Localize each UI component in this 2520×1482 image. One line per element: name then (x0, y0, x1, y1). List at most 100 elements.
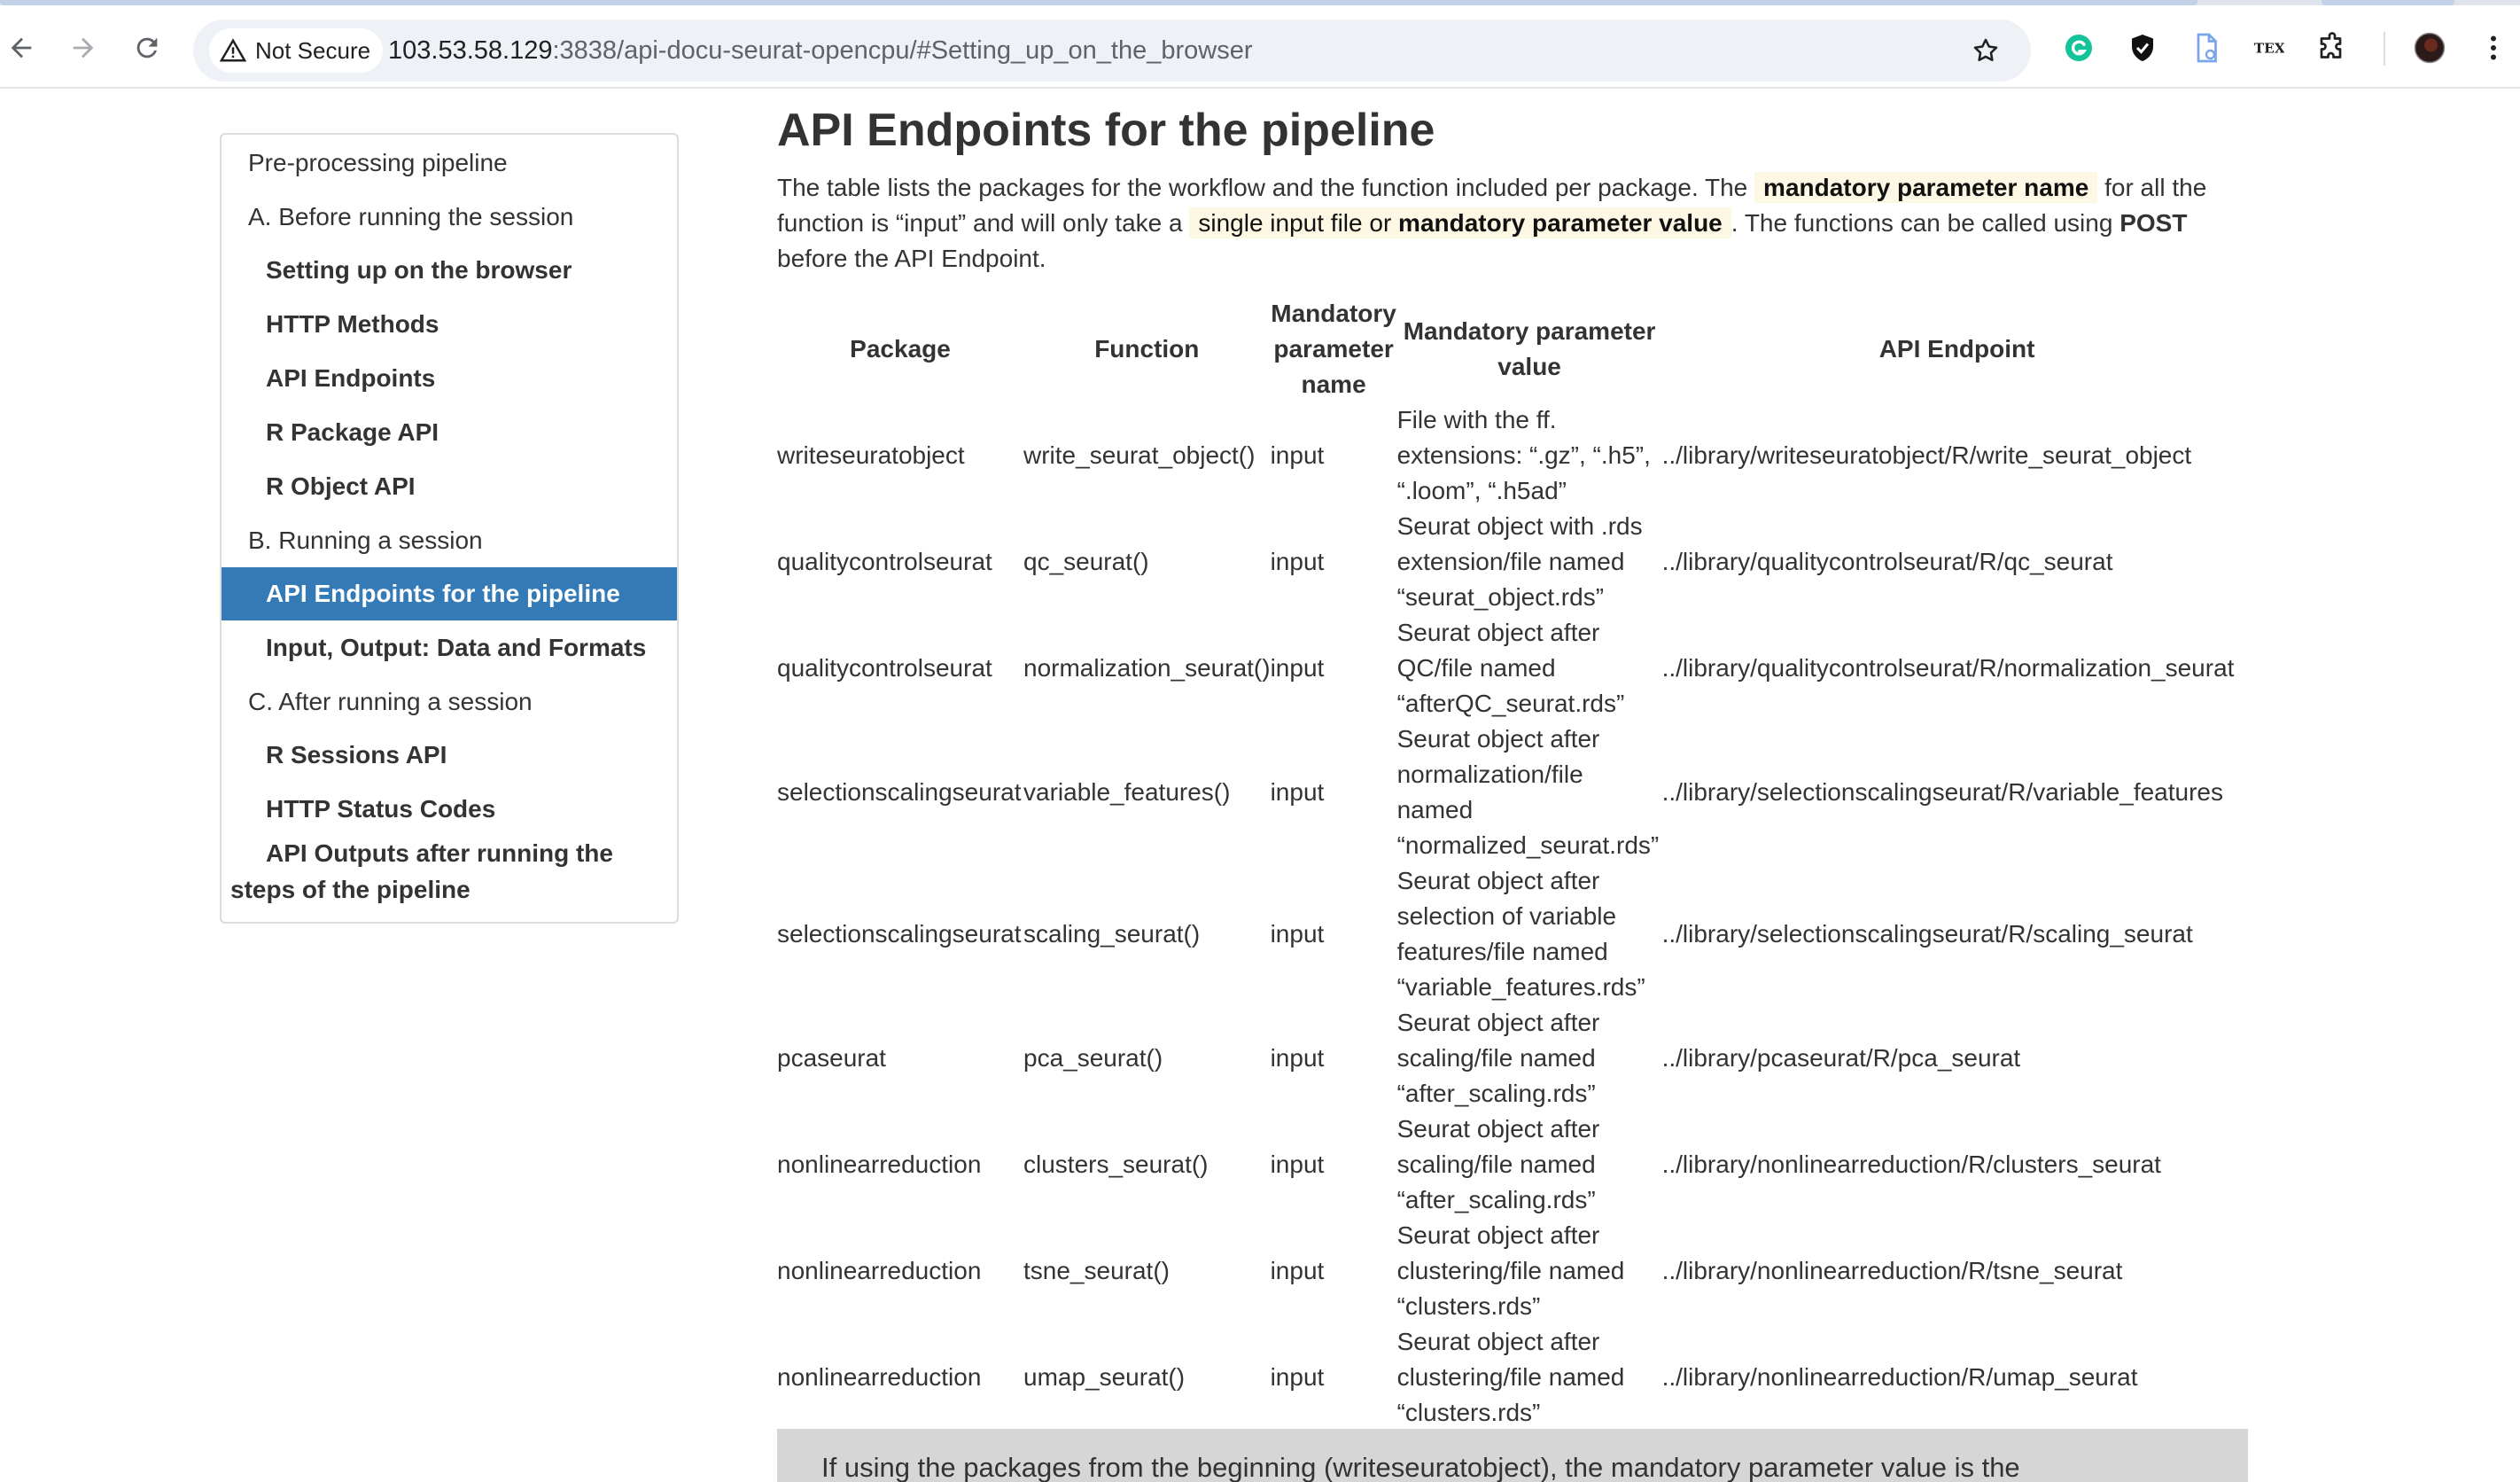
cell-parameter-value: Seurat object after scaling/file named “… (1396, 1115, 1600, 1213)
cell-parameter-name: input (1270, 1363, 1325, 1391)
security-label: Not Secure (255, 36, 371, 64)
toc-item-http-methods[interactable]: HTTP Methods (222, 307, 677, 342)
highlight-text: single input file or (1198, 209, 1399, 237)
toc-item-api-outputs[interactable]: API Outputs after running the steps of t… (222, 835, 677, 908)
cell-api-endpoint: ../library/qualitycontrolseurat/R/normal… (1661, 654, 2235, 682)
profile-button[interactable] (2412, 30, 2447, 66)
cell-function: normalization_seurat() (1023, 654, 1271, 682)
tex-icon: TEX (2254, 40, 2284, 56)
toc-item-before-running-session[interactable]: A. Before running the session (222, 199, 677, 235)
table-row: pcaseurat pca_seurat() input Seurat obje… (777, 1005, 2252, 1112)
intro-text: The table lists the packages for the wor… (777, 174, 1755, 201)
back-icon (11, 37, 32, 58)
reload-icon (136, 37, 158, 58)
page-title: API Endpoints for the pipeline (777, 105, 1435, 156)
highlight-parameter-name: mandatory parameter name (1754, 172, 2098, 203)
cell-function: umap_seurat() (1023, 1363, 1186, 1391)
browser-toolbar: Not Secure 103.53.58.129:3838/api-docu-s… (0, 5, 2520, 87)
toc-item-after-running-session[interactable]: C. After running a session (222, 684, 677, 720)
cell-package: selectionscalingseurat (777, 778, 1022, 806)
cell-api-endpoint: ../library/pcaseurat/R/pca_seurat (1661, 1044, 2021, 1072)
table-row: selectionscalingseurat scaling_seurat() … (777, 863, 2252, 1005)
forward-button[interactable] (64, 28, 103, 67)
toc-item-http-status-codes[interactable]: HTTP Status Codes (222, 792, 677, 827)
address-bar[interactable]: Not Secure 103.53.58.129:3838/api-docu-s… (193, 20, 2031, 82)
reload-button[interactable] (128, 28, 167, 67)
profile-avatar (2414, 32, 2446, 64)
forward-icon (73, 37, 94, 58)
cell-parameter-value: Seurat object after normalization/file n… (1396, 725, 1660, 859)
cell-function: tsne_seurat() (1023, 1257, 1170, 1284)
cell-parameter-name: input (1270, 1257, 1325, 1284)
tex-extension[interactable]: TEX (2251, 30, 2286, 66)
cell-api-endpoint: ../library/qualitycontrolseurat/R/qc_seu… (1661, 548, 2113, 575)
note-callout: If using the packages from the beginning… (777, 1429, 2248, 1482)
cell-function: variable_features() (1023, 778, 1231, 806)
cell-api-endpoint: ../library/nonlinearreduction/R/umap_seu… (1661, 1363, 2138, 1391)
cell-package: nonlinearreduction (777, 1363, 982, 1391)
post-method: POST (2119, 209, 2188, 237)
api-endpoints-table: Package Function Mandatory parameter nam… (777, 296, 2252, 1431)
toc-item-api-endpoints-pipeline[interactable]: API Endpoints for the pipeline (222, 567, 677, 620)
cell-package: selectionscalingseurat (777, 920, 1022, 948)
cell-package: qualitycontrolseurat (777, 654, 992, 682)
star-icon (1973, 38, 1998, 62)
url-path: :3838/api-docu-seurat-opencpu/#Setting_u… (552, 36, 1253, 65)
highlight-text-bold: mandatory parameter value (1398, 209, 1723, 237)
bookmark-button[interactable] (1967, 32, 2004, 69)
toc-item-api-endpoints[interactable]: API Endpoints (222, 361, 677, 396)
toc-item-pre-processing-pipeline[interactable]: Pre-processing pipeline (222, 145, 677, 181)
cell-api-endpoint: ../library/selectionscalingseurat/R/scal… (1661, 920, 2193, 948)
back-button[interactable] (2, 28, 41, 67)
table-of-contents: Pre-processing pipeline A. Before runnin… (220, 133, 679, 924)
security-indicator[interactable]: Not Secure (209, 28, 384, 73)
puzzle-icon (2320, 32, 2342, 58)
extensions-button[interactable] (2314, 30, 2350, 66)
column-header-package: Package (850, 335, 951, 363)
toc-item-r-object-api[interactable]: R Object API (222, 469, 677, 504)
toc-item-setting-up-browser[interactable]: Setting up on the browser (222, 253, 677, 288)
column-header-api-endpoint: API Endpoint (1878, 335, 2035, 363)
warning-icon (220, 38, 246, 62)
cell-function: clusters_seurat() (1023, 1150, 1209, 1178)
cell-function: write_seurat_object() (1023, 441, 1256, 469)
cell-function: pca_seurat() (1023, 1044, 1163, 1072)
table-row: nonlinearreduction clusters_seurat() inp… (777, 1112, 2252, 1218)
browser-menu-button[interactable] (2476, 30, 2511, 66)
cell-parameter-name: input (1270, 778, 1325, 806)
cell-function: scaling_seurat() (1023, 920, 1201, 948)
cell-package: nonlinearreduction (777, 1257, 982, 1284)
table-header-row: Package Function Mandatory parameter nam… (777, 296, 2252, 402)
toolbar-separator (0, 87, 2520, 89)
grammarly-extension[interactable] (2061, 30, 2096, 66)
toc-item-r-sessions-api[interactable]: R Sessions API (222, 737, 677, 773)
cell-parameter-value: File with the ff. extensions: “.gz”, “.h… (1396, 406, 1651, 504)
cell-parameter-name: input (1270, 1044, 1325, 1072)
cell-parameter-name: input (1270, 920, 1325, 948)
url-text[interactable]: 103.53.58.129:3838/api-docu-seurat-openc… (388, 20, 1252, 82)
shield-extension[interactable] (2125, 30, 2160, 66)
toc-item-r-package-api[interactable]: R Package API (222, 415, 677, 450)
cell-parameter-value: Seurat object after selection of variabl… (1396, 867, 1645, 1001)
table-row: qualitycontrolseurat qc_seurat() input S… (777, 509, 2252, 615)
intro-paragraph: The table lists the packages for the wor… (777, 170, 2248, 277)
url-host: 103.53.58.129 (388, 36, 553, 65)
cell-parameter-name: input (1270, 441, 1325, 469)
toc-item-input-output-formats[interactable]: Input, Output: Data and Formats (222, 630, 677, 666)
column-header-parameter-value: Mandatory parameter value (1403, 317, 1656, 380)
table-row: qualitycontrolseurat normalization_seura… (777, 615, 2252, 722)
table-row: writeseuratobject write_seurat_object() … (777, 402, 2252, 509)
cell-parameter-value: Seurat object after clustering/file name… (1396, 1328, 1625, 1426)
intro-text: before the API Endpoint. (777, 245, 1046, 272)
kebab-menu-icon (2491, 35, 2496, 60)
cell-parameter-name: input (1270, 654, 1325, 682)
shield-check-icon (2132, 35, 2153, 61)
highlight-parameter-value: single input file or mandatory parameter… (1189, 207, 1731, 238)
pdf-extension[interactable] (2189, 30, 2224, 66)
cell-api-endpoint: ../library/selectionscalingseurat/R/vari… (1661, 778, 2223, 806)
toc-item-running-session[interactable]: B. Running a session (222, 523, 677, 558)
cell-parameter-name: input (1270, 1150, 1325, 1178)
cell-package: writeseuratobject (777, 441, 965, 469)
cell-api-endpoint: ../library/nonlinearreduction/R/clusters… (1661, 1150, 2161, 1178)
cell-package: nonlinearreduction (777, 1150, 982, 1178)
